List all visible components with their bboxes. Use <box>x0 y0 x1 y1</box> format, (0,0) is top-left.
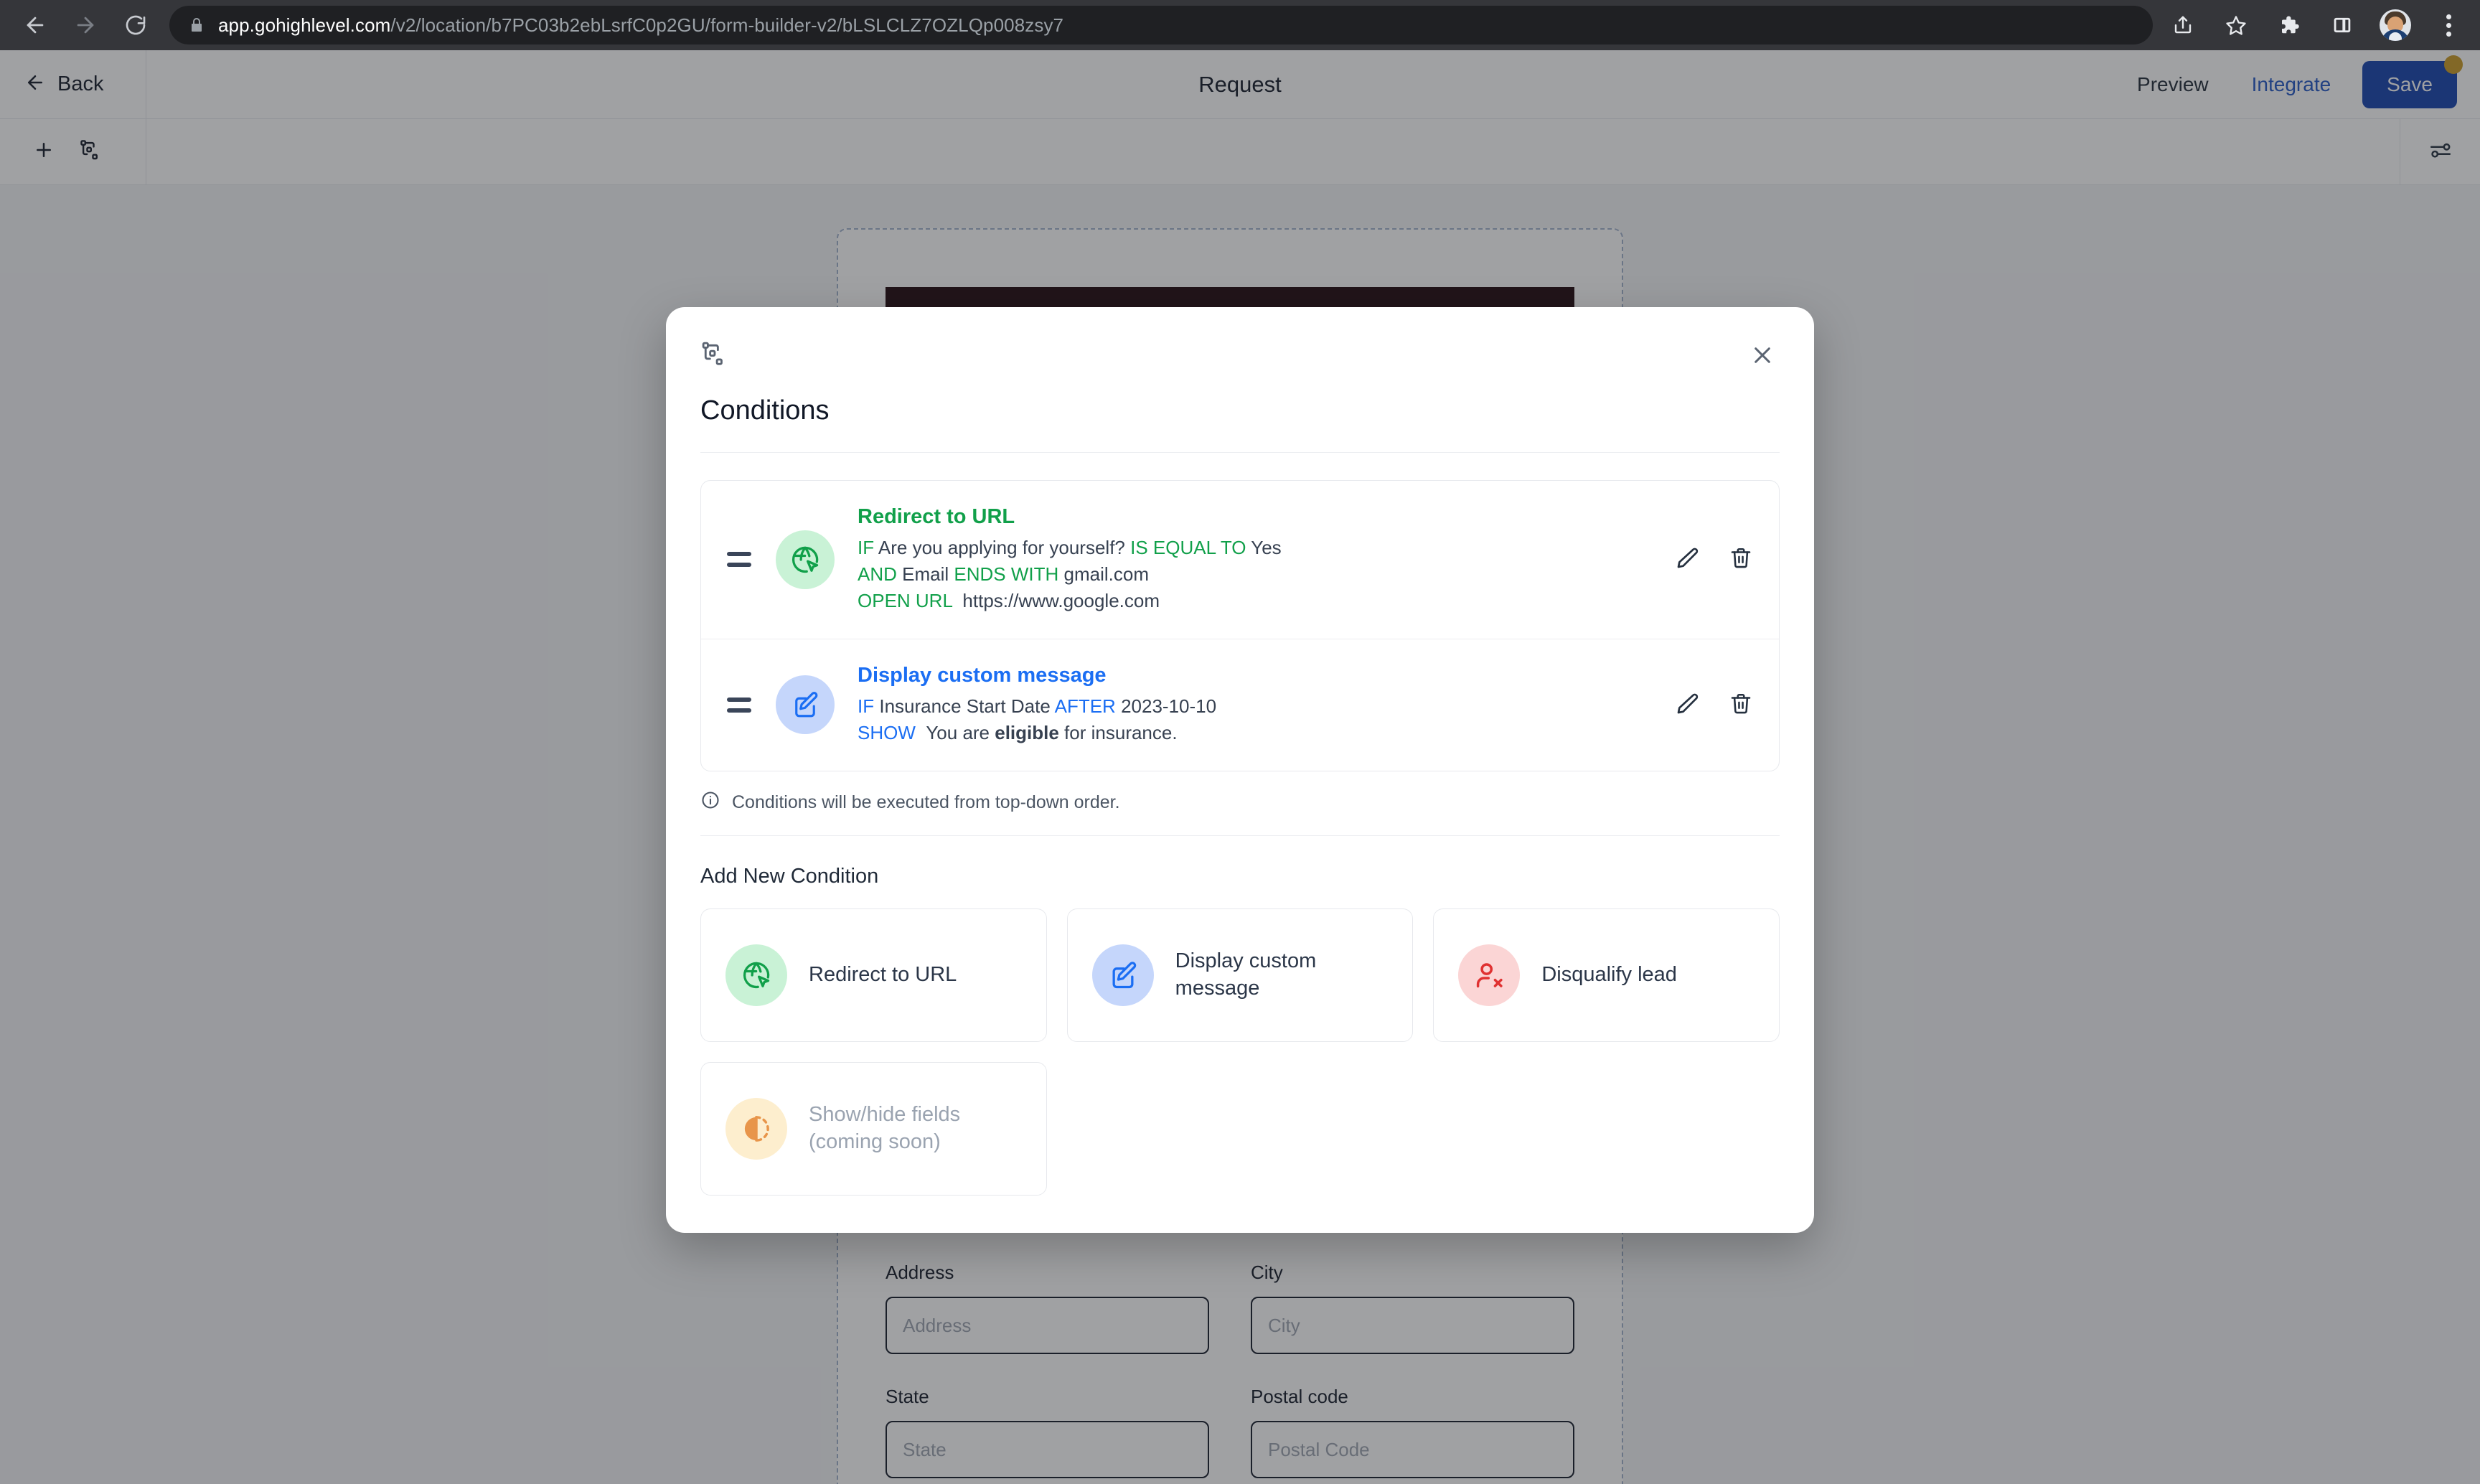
condition-rule-line: IF Insurance Start Date AFTER 2023-10-10 <box>858 693 1654 720</box>
action-value: https://www.google.com <box>962 589 1160 611</box>
browser-back-icon[interactable] <box>13 3 57 47</box>
kebab-menu-icon[interactable] <box>2433 9 2464 41</box>
close-button[interactable] <box>1741 334 1784 377</box>
pencil-icon <box>1674 691 1700 719</box>
address-bar-url: app.gohighlevel.com/v2/location/b7PC03b2… <box>218 14 1063 37</box>
rule-keyword: IF <box>858 537 875 558</box>
edit-condition-button[interactable] <box>1674 545 1700 573</box>
conditions-list: Redirect to URL IF Are you applying for … <box>700 480 1780 771</box>
puzzle-piece-icon[interactable] <box>2273 9 2305 41</box>
add-new-condition-title: Add New Condition <box>700 864 879 888</box>
conditions-modal: Conditions Redirect to URL IF Are you ap… <box>666 307 1814 1233</box>
pencil-square-icon <box>1091 944 1154 1006</box>
condition-action-line: SHOW You are eligible for insurance. <box>858 720 1654 746</box>
trash-icon <box>1729 546 1753 573</box>
conditions-order-note: Conditions will be executed from top-dow… <box>700 790 1780 815</box>
profile-avatar[interactable] <box>2380 9 2411 41</box>
rule-operator: AFTER <box>1054 695 1116 717</box>
add-option-redirect-to-url[interactable]: Redirect to URL <box>700 908 1047 1042</box>
condition-rule-line: IF Are you applying for yourself? IS EQU… <box>858 535 1654 561</box>
note-divider <box>700 835 1780 836</box>
add-option-label: Show/hide fields (coming soon) <box>809 1102 961 1153</box>
add-option-display-custom-message[interactable]: Display custom message <box>1066 908 1414 1042</box>
user-x-icon <box>1458 944 1521 1006</box>
condition-actions <box>1674 691 1753 719</box>
drag-handle-icon[interactable] <box>727 697 758 713</box>
condition-details: Redirect to URL IF Are you applying for … <box>858 505 1654 614</box>
conditions-icon <box>700 342 728 370</box>
pencil-square-icon <box>776 675 835 735</box>
condition-name: Display custom message <box>858 663 1107 687</box>
condition-rule-line: AND Email ENDS WITH gmail.com <box>858 561 1654 588</box>
delete-condition-button[interactable] <box>1729 692 1753 718</box>
drag-handle-icon[interactable] <box>727 552 758 568</box>
condition-actions <box>1674 545 1753 573</box>
condition-details: Display custom message IF Insurance Star… <box>858 664 1654 746</box>
modal-header: Conditions <box>666 307 1814 453</box>
add-option-label: Disqualify lead <box>1541 962 1677 986</box>
add-option-show-hide-fields: Show/hide fields (coming soon) <box>700 1061 1047 1196</box>
delete-condition-button[interactable] <box>1729 546 1753 573</box>
browser-reload-icon[interactable] <box>113 3 158 47</box>
lock-icon <box>188 17 205 34</box>
trash-icon <box>1729 692 1753 718</box>
action-value: You are eligible for insurance. <box>926 721 1178 743</box>
half-circle-icon <box>725 1097 787 1160</box>
close-icon <box>1751 344 1774 369</box>
rule-value: 2023-10-10 <box>1121 695 1217 717</box>
rule-field: Email <box>902 563 949 585</box>
add-option-label: Display custom message <box>1175 949 1317 1000</box>
condition-row[interactable]: Display custom message IF Insurance Star… <box>701 638 1779 771</box>
globe-cursor-icon <box>725 944 787 1006</box>
rule-value: gmail.com <box>1063 563 1149 585</box>
pencil-icon <box>1674 545 1700 573</box>
modal-title: Conditions <box>700 395 830 426</box>
url-path: /v2/location/b7PC03b2ebLsrfC0p2GU/form-b… <box>390 14 1064 36</box>
add-option-disqualify-lead[interactable]: Disqualify lead <box>1433 908 1780 1042</box>
add-option-label: Redirect to URL <box>809 962 957 986</box>
rule-operator: IS EQUAL TO <box>1130 537 1246 558</box>
rule-field: Are you applying for yourself? <box>878 537 1125 558</box>
info-icon <box>700 790 720 815</box>
browser-actions <box>2167 9 2464 41</box>
rule-operator: ENDS WITH <box>954 563 1059 585</box>
browser-nav-buttons <box>13 3 158 47</box>
globe-cursor-icon <box>776 530 835 589</box>
rule-keyword: AND <box>858 563 897 585</box>
rule-value: Yes <box>1251 537 1282 558</box>
browser-forward-icon[interactable] <box>63 3 108 47</box>
url-host: app.gohighlevel.com <box>218 14 391 36</box>
action-keyword: OPEN URL <box>858 589 952 611</box>
star-icon[interactable] <box>2220 9 2252 41</box>
action-keyword: SHOW <box>858 721 916 743</box>
browser-toolbar: app.gohighlevel.com/v2/location/b7PC03b2… <box>0 0 2480 50</box>
condition-row[interactable]: Redirect to URL IF Are you applying for … <box>701 481 1779 639</box>
condition-name: Redirect to URL <box>858 505 1015 528</box>
address-bar[interactable]: app.gohighlevel.com/v2/location/b7PC03b2… <box>169 6 2153 44</box>
note-text: Conditions will be executed from top-dow… <box>732 792 1120 812</box>
side-panel-icon[interactable] <box>2326 9 2358 41</box>
rule-keyword: IF <box>858 695 875 717</box>
condition-action-line: OPEN URL https://www.google.com <box>858 588 1654 614</box>
add-condition-options: Redirect to URL Display custom message D… <box>700 908 1780 1196</box>
share-icon[interactable] <box>2167 9 2199 41</box>
modal-header-divider <box>700 452 1780 453</box>
edit-condition-button[interactable] <box>1674 691 1700 719</box>
rule-field: Insurance Start Date <box>879 695 1051 717</box>
